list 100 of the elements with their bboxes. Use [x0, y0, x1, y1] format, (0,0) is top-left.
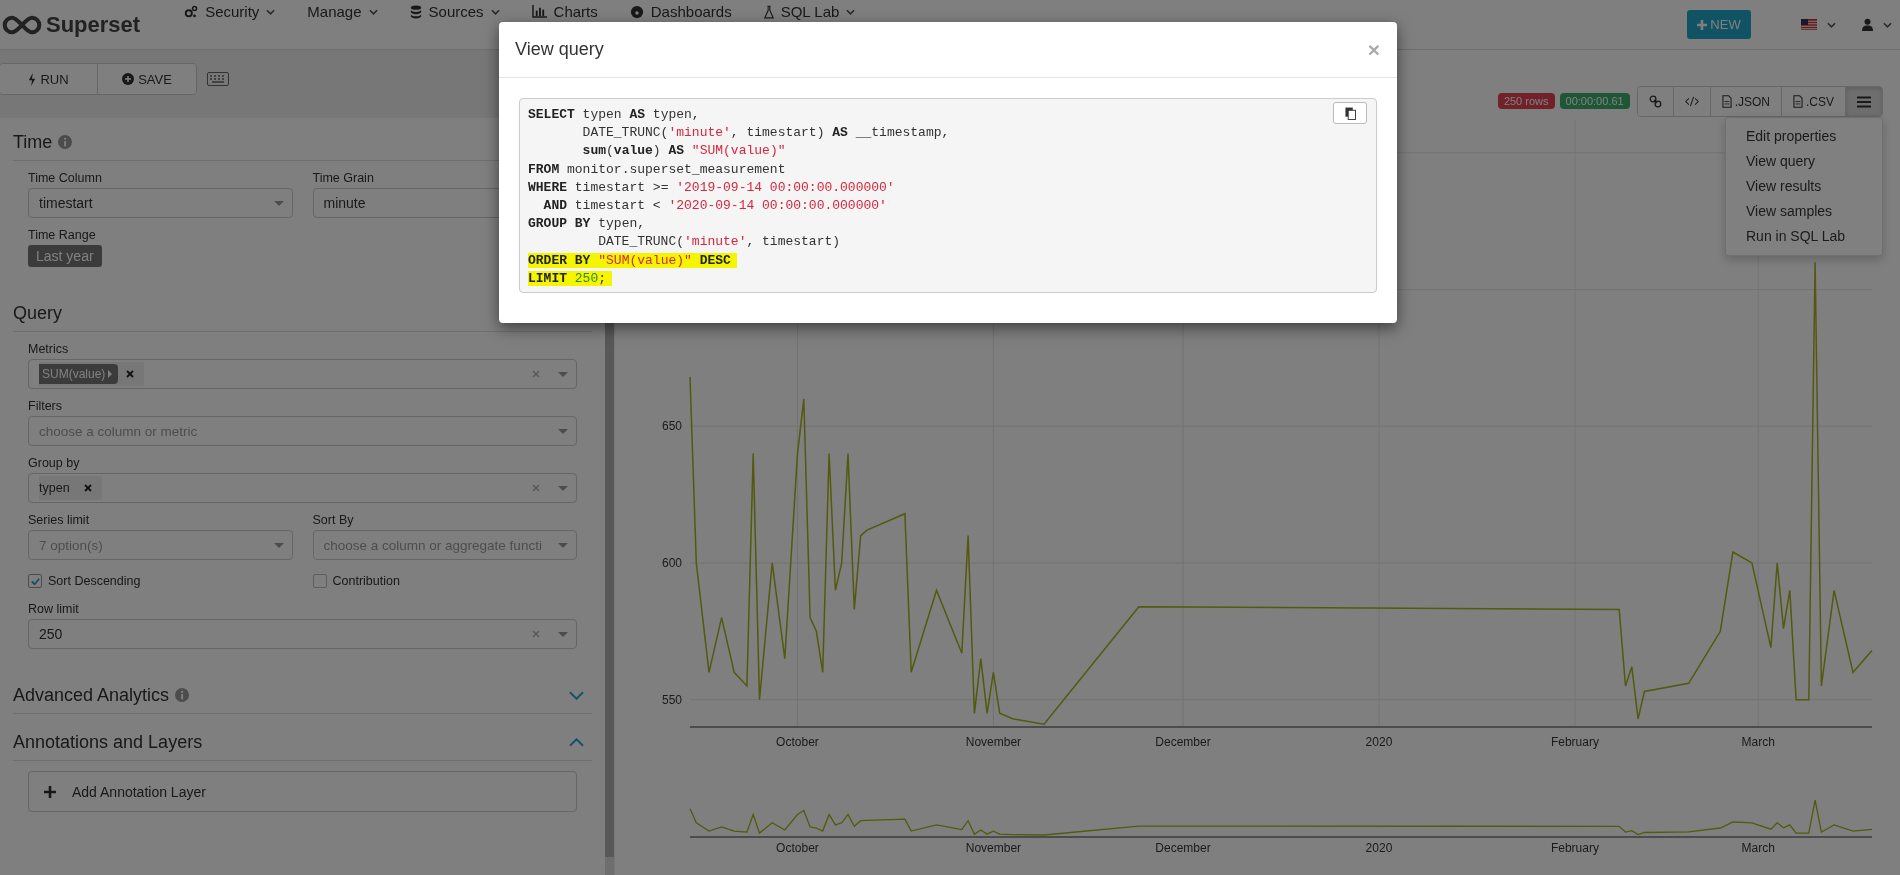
field-label: Sort By [312, 513, 355, 527]
database-icon [409, 4, 422, 19]
remove-icon [126, 370, 135, 378]
nav-menu-item[interactable]: Charts [531, 3, 598, 20]
axis-tick-label: March [1741, 841, 1775, 855]
select-field[interactable]: 250 [28, 619, 577, 649]
menu-item[interactable]: View samples [1726, 199, 1882, 224]
plus-icon [1697, 19, 1708, 30]
code-line: SELECT typen AS typen, [528, 106, 700, 124]
metric-tag[interactable]: SUM(value) [39, 364, 119, 384]
select-value: 250 [39, 626, 63, 642]
file-icon [1721, 95, 1732, 108]
checkbox-label: Sort Descending [48, 574, 141, 588]
section-title[interactable]: Query [13, 302, 63, 324]
copy-button[interactable] [1333, 102, 1367, 124]
flask-icon [763, 4, 774, 19]
field-label: Time Range [28, 228, 97, 242]
nav-menu-item[interactable]: Security [184, 3, 276, 20]
code-line: sum(value) AS "SUM(value)" [581, 142, 786, 161]
code-line: GROUP BY typen, [528, 215, 646, 234]
bolt-icon [28, 72, 37, 86]
plus-icon [44, 785, 56, 798]
brand-name[interactable]: Superset [46, 11, 141, 38]
dropdown-arrow-icon [558, 631, 568, 637]
select-field[interactable]: SUM(value) [28, 359, 577, 389]
axis-tick-label: 2020 [1365, 735, 1393, 749]
caret-icon [1883, 21, 1892, 28]
code-line: FROM monitor.superset_measurement [528, 160, 786, 179]
nav-menu-item[interactable]: SQL Lab [763, 3, 856, 20]
checkbox[interactable] [28, 574, 42, 588]
axis-tick-label: 600 [661, 555, 682, 570]
axis-tick-label: 650 [661, 419, 682, 434]
time-range-tag[interactable]: Last year [28, 245, 102, 267]
user-icon [1862, 18, 1873, 31]
gears-icon [184, 4, 199, 19]
section-title[interactable]: Time [13, 131, 53, 153]
caret-icon [1827, 21, 1836, 28]
menu-icon [1857, 95, 1871, 108]
checkbox[interactable] [312, 574, 327, 588]
dropdown-arrow-icon [273, 200, 284, 206]
plus-circle-icon [122, 73, 135, 85]
section-title[interactable]: Annotations and Layers [13, 731, 203, 753]
flag-icon [1801, 19, 1817, 30]
field-label: Filters [28, 399, 64, 413]
axis-tick-label: December [1155, 841, 1211, 855]
add-annotation-button[interactable]: Add Annotation Layer [28, 771, 577, 812]
select-value: minute [323, 195, 366, 211]
select-field[interactable]: typen [28, 473, 577, 503]
status-badge: 250 rows [1497, 93, 1555, 109]
checkbox-label: Contribution [332, 574, 400, 588]
dropdown-arrow-icon [558, 428, 568, 434]
status-badge: 00:00:00.61 [1559, 93, 1630, 109]
field-label: Time Column [28, 171, 103, 185]
bar-chart-icon [531, 5, 547, 18]
file-icon [1793, 95, 1803, 108]
axis-tick-label: February [1550, 735, 1599, 749]
axis-tick-label: October [776, 735, 819, 749]
dropdown-arrow-icon [558, 371, 568, 377]
logo-icon [2, 14, 42, 35]
field-label: Time Grain [312, 171, 375, 185]
field-label: Metrics [28, 342, 70, 356]
nav-menu-item[interactable]: Dashboards [629, 3, 732, 20]
axis-tick-label: December [1155, 735, 1211, 749]
select-value: timestart [39, 195, 93, 211]
nav-menu-item[interactable]: Manage [307, 3, 378, 20]
dialog-title: View query [515, 39, 604, 60]
section-title[interactable]: Advanced Analytics [13, 684, 170, 706]
field-label: Group by [28, 456, 81, 470]
link-icon [1648, 95, 1662, 108]
field-label: Series limit [28, 513, 91, 527]
code-line: DATE_TRUNC('minute', timestart) AS __timestamp, [581, 124, 950, 143]
axis-tick-label: 550 [661, 692, 682, 707]
select-field[interactable]: timestart [28, 188, 293, 218]
chart-action-button[interactable] [1637, 87, 1674, 116]
triangle-icon [108, 370, 113, 378]
close-button[interactable]: × [1365, 37, 1382, 62]
axis-tick-label: March [1741, 735, 1775, 749]
axis-tick-label: November [965, 735, 1022, 749]
copy-icon [1344, 106, 1356, 120]
dropdown-arrow-icon [558, 542, 568, 548]
dropdown-arrow-icon [558, 485, 568, 491]
keyboard-icon [207, 72, 229, 86]
code-icon [1684, 96, 1699, 107]
axis-tick-label: 2020 [1365, 841, 1393, 855]
menu-item[interactable]: View query [1726, 149, 1882, 174]
axis-tick-label: November [965, 841, 1022, 855]
menu-item[interactable]: Run in SQL Lab [1726, 224, 1882, 249]
toolbar-button[interactable]: RUN [0, 64, 98, 94]
dropdown-arrow-icon [273, 542, 284, 548]
remove-icon [83, 484, 92, 492]
field-label: Row limit [28, 602, 80, 616]
menu-item[interactable]: View results [1726, 174, 1882, 199]
menu-item[interactable]: Edit properties [1726, 124, 1882, 149]
axis-tick-label: February [1550, 841, 1599, 855]
nav-menu-item[interactable]: Sources [409, 3, 500, 20]
code-line: DATE_TRUNC('minute', timestart) [597, 233, 841, 252]
chart-action-button[interactable] [1846, 87, 1882, 116]
gauge-icon [629, 4, 644, 19]
toolbar-button[interactable]: SAVE [98, 64, 196, 94]
axis-tick-label: October [776, 841, 819, 855]
